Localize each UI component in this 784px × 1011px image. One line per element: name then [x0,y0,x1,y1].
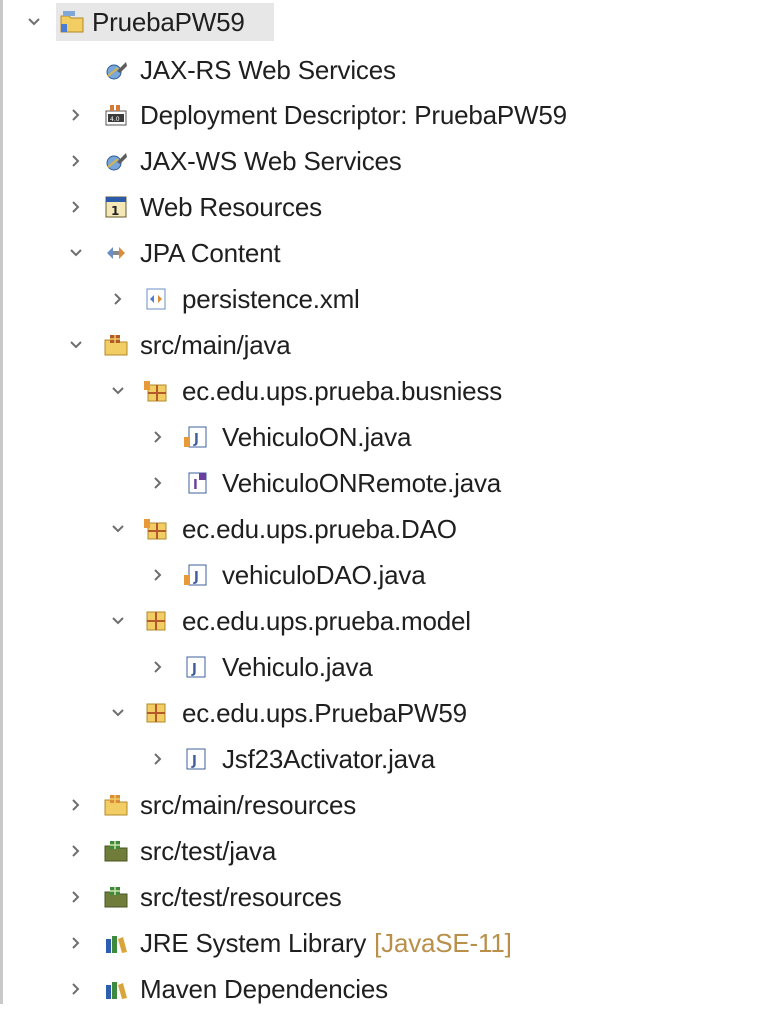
tree-item-label: JRE System Library [JavaSE-11] [140,927,512,959]
chevron-right-icon[interactable] [148,657,168,677]
java-class-icon: J [184,747,208,771]
tree-item-label: src/test/java [140,836,277,866]
tree-item-vehiculodao-java[interactable]: J vehiculoDAO.java [0,553,784,597]
chevron-right-icon[interactable] [148,565,168,585]
chevron-right-icon[interactable] [66,887,86,907]
package-bean-icon [144,517,168,541]
tree-item-jre-system-library[interactable]: JRE System Library [JavaSE-11] [0,921,784,965]
chevron-down-icon[interactable] [66,243,86,263]
library-icon [104,977,128,1001]
tree-item-label: ec.edu.ups.PruebaPW59 [182,698,467,728]
tree-item-jpa-content[interactable]: JPA Content [0,231,784,275]
tree-item-package-busniess[interactable]: ec.edu.ups.prueba.busniess [0,369,784,413]
tree-item-label: ec.edu.ups.prueba.DAO [182,514,457,544]
chevron-right-icon[interactable] [66,795,86,815]
tree-item-label: Vehiculo.java [222,652,373,682]
tree-item-src-main-resources[interactable]: src/main/resources [0,783,784,827]
tree-item-label: vehiculoDAO.java [222,560,426,590]
chevron-right-icon[interactable] [66,197,86,217]
tree-item-src-test-java[interactable]: src/test/java [0,829,784,873]
library-name: JRE System Library [140,928,367,958]
tree-item-jsf23activator-java[interactable]: J Jsf23Activator.java [0,737,784,781]
chevron-right-icon[interactable] [66,151,86,171]
tree-item-label: PruebaPW59 [92,7,245,37]
tree-item-vehiculo-java[interactable]: J Vehiculo.java [0,645,784,689]
test-source-folder-icon [104,839,128,863]
package-icon [144,609,168,633]
tree-item-label: persistence.xml [182,284,360,314]
java-bean-class-icon: J [184,563,208,587]
tree-item-src-main-java[interactable]: src/main/java [0,323,784,367]
chevron-down-icon[interactable] [108,381,128,401]
svg-text:4.0: 4.0 [110,116,120,123]
test-source-folder-icon [104,885,128,909]
tree-item-vehiculoonremote-java[interactable]: I VehiculoONRemote.java [0,461,784,505]
web-services-icon [104,149,128,173]
tree-item-label: Maven Dependencies [140,974,388,1004]
chevron-down-icon[interactable] [24,12,44,32]
chevron-down-icon[interactable] [108,703,128,723]
package-icon [144,701,168,725]
chevron-down-icon[interactable] [66,335,86,355]
resource-folder-icon [104,793,128,817]
source-folder-icon [104,333,128,357]
tree-item-label: JAX-RS Web Services [140,55,396,85]
chevron-down-icon[interactable] [108,611,128,631]
tree-item-persistence-xml[interactable]: persistence.xml [0,277,784,321]
chevron-right-icon[interactable] [148,749,168,769]
tree-item-maven-dependencies[interactable]: Maven Dependencies [0,967,784,1011]
tree-item-label: ec.edu.ups.prueba.busniess [182,376,503,406]
tree-item-deployment-descriptor[interactable]: 4.0 Deployment Descriptor: PruebaPW59 [0,93,784,137]
tree-item-jaxws[interactable]: JAX-WS Web Services [0,139,784,183]
tree-item-label: VehiculoONRemote.java [222,468,502,498]
svg-text:1: 1 [111,204,119,218]
tree-item-jaxrs[interactable]: JAX-RS Web Services [0,48,784,92]
java-interface-icon: I [184,471,208,495]
tree-item-label: Jsf23Activator.java [222,744,435,774]
tree-item-label: src/main/java [140,330,291,360]
package-bean-icon [144,379,168,403]
tree-item-src-test-resources[interactable]: src/test/resources [0,875,784,919]
library-icon [104,931,128,955]
chevron-down-icon[interactable] [108,519,128,539]
svg-text:J: J [191,662,197,677]
svg-text:J: J [193,570,199,585]
web-services-icon [104,58,128,82]
tree-item-label: VehiculoON.java [222,422,412,452]
chevron-right-icon[interactable] [148,427,168,447]
library-version-decoration: [JavaSE-11] [374,928,512,958]
chevron-right-icon[interactable] [148,473,168,493]
tree-item-package-model[interactable]: ec.edu.ups.prueba.model [0,599,784,643]
tree-item-package-dao[interactable]: ec.edu.ups.prueba.DAO [0,507,784,551]
tree-item-label: Deployment Descriptor: PruebaPW59 [140,100,567,130]
xml-file-icon [144,287,168,311]
chevron-right-icon[interactable] [66,105,86,125]
tree-item-label: Web Resources [140,192,322,222]
tree-item-label: src/test/resources [140,882,342,912]
svg-text:J: J [193,432,199,447]
chevron-right-icon[interactable] [66,841,86,861]
web-resources-icon: 1 [104,195,128,219]
chevron-right-icon[interactable] [66,933,86,953]
tree-item-label: src/main/resources [140,790,357,820]
tree-item-label: JPA Content [140,238,281,268]
java-bean-class-icon: J [184,425,208,449]
jpa-content-icon [104,241,128,265]
tree-item-project[interactable]: PruebaPW59 [0,0,784,44]
tree-item-web-resources[interactable]: 1 Web Resources [0,185,784,229]
java-class-icon: J [184,655,208,679]
chevron-right-icon[interactable] [108,289,128,309]
project-folder-icon [60,10,84,34]
tree-item-label: JAX-WS Web Services [140,146,402,176]
tree-item-label: ec.edu.ups.prueba.model [182,606,471,636]
chevron-right-icon[interactable] [66,979,86,999]
tree-item-vehiculoon-java[interactable]: J VehiculoON.java [0,415,784,459]
tree-item-package-pruebapw59[interactable]: ec.edu.ups.PruebaPW59 [0,691,784,735]
svg-text:I: I [193,478,198,493]
deployment-descriptor-icon: 4.0 [104,103,128,127]
svg-text:J: J [191,754,197,769]
